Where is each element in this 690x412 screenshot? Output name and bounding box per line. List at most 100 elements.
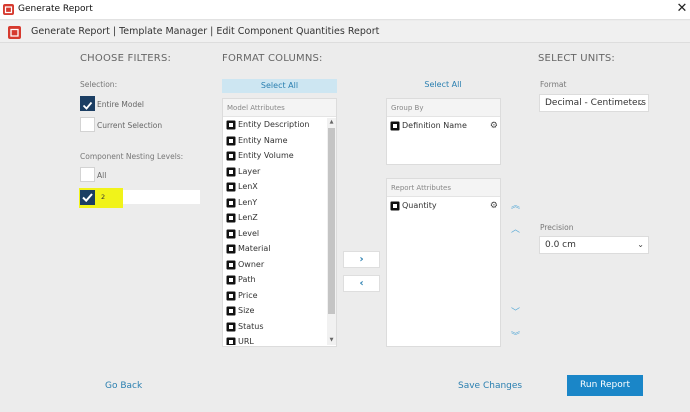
list-item-label: Size	[238, 306, 255, 315]
list-item[interactable]: Entity Description	[224, 118, 328, 132]
entire-model-checkbox[interactable]	[80, 96, 95, 111]
scroll-up-icon[interactable]: ▲	[327, 118, 336, 127]
list-item[interactable]: LenX	[224, 180, 328, 194]
component-icon	[226, 275, 236, 285]
chevron-down-icon: ⌄	[637, 240, 644, 249]
sketchup-logo-icon	[8, 26, 21, 39]
list-item[interactable]: Definition Name ⚙	[388, 119, 500, 133]
list-item-label: Level	[238, 228, 260, 238]
list-item-label: Entity Name	[238, 135, 288, 145]
move-down-button[interactable]: ﹀	[508, 306, 523, 320]
component-icon	[226, 291, 236, 300]
select-all-report-button[interactable]: Select All	[386, 80, 500, 89]
check-icon	[82, 101, 93, 110]
selection-label: Selection:	[80, 80, 118, 89]
list-item-label: LenZ	[238, 213, 258, 222]
component-icon	[226, 182, 236, 192]
close-icon[interactable]: ✕	[675, 1, 689, 17]
list-item-label: Status	[238, 321, 264, 331]
select-all-attributes-button[interactable]: Select All	[222, 79, 337, 93]
format-heading: FORMAT COLUMNS:	[222, 53, 323, 64]
list-item[interactable]: Entity Name	[224, 134, 328, 148]
list-item-label: Path	[238, 275, 256, 284]
model-attributes-list: Entity Description Entity Name Entity Volu…	[224, 118, 328, 345]
report-attributes-panel: Report Attributes Quantity ⚙	[386, 178, 501, 347]
gear-icon[interactable]: ⚙	[490, 199, 498, 213]
chevron-down-icon: ⌄	[637, 98, 644, 107]
list-item-label: Material	[238, 244, 271, 253]
list-item-label: Entity Description	[238, 120, 310, 129]
list-item[interactable]: Price	[224, 289, 328, 303]
model-attributes-panel: Model Attributes Entity Description Entit…	[222, 98, 337, 347]
go-back-link[interactable]: Go Back	[105, 381, 142, 391]
format-label: Format	[540, 80, 567, 89]
list-item-label: URL	[238, 337, 254, 345]
precision-label: Precision	[540, 223, 574, 232]
nesting-all-checkbox[interactable]	[80, 167, 95, 182]
group-by-label: Group By	[387, 99, 500, 117]
component-icon	[226, 213, 236, 223]
component-icon	[226, 136, 236, 145]
list-item-label: Owner	[238, 259, 265, 269]
component-icon	[390, 121, 400, 131]
move-to-top-button[interactable]: ︽	[508, 199, 523, 213]
list-item[interactable]: Entity Volume	[224, 149, 328, 163]
list-item-label: Layer	[238, 166, 261, 176]
move-right-button[interactable]: ›	[343, 251, 380, 268]
entire-model-label: Entire Model	[97, 100, 144, 109]
report-attributes-label: Report Attributes	[387, 179, 500, 197]
format-select[interactable]: Decimal - Centimeters ⌄	[539, 94, 649, 112]
list-item[interactable]: Material	[224, 242, 328, 256]
move-to-bottom-button[interactable]: ︾	[508, 330, 523, 344]
gear-icon[interactable]: ⚙	[490, 119, 498, 133]
component-icon	[226, 167, 236, 176]
breadcrumb[interactable]: Generate Report | Template Manager | Edi…	[31, 26, 379, 37]
component-icon	[226, 260, 236, 269]
list-item-label: Definition Name	[402, 121, 467, 130]
window-titlebar: Generate Report ✕	[0, 0, 690, 20]
run-report-button[interactable]: Run Report	[567, 375, 643, 396]
list-item[interactable]: Owner	[224, 258, 328, 272]
move-left-button[interactable]: ‹	[343, 275, 380, 292]
component-icon	[226, 120, 236, 130]
units-heading: SELECT UNITS:	[538, 53, 615, 64]
attributes-scrollbar[interactable]: ▲ ▼	[327, 118, 336, 345]
window-title: Generate Report	[18, 4, 93, 14]
list-item-label: Price	[238, 290, 258, 300]
list-item[interactable]: Size	[224, 304, 328, 318]
group-by-panel: Group By Definition Name ⚙	[386, 98, 501, 165]
list-item[interactable]: LenZ	[224, 211, 328, 225]
list-item[interactable]: URL	[224, 335, 328, 345]
sketchup-logo-icon	[3, 4, 14, 15]
list-item-label: Entity Volume	[238, 151, 294, 160]
list-item[interactable]: Status	[224, 320, 328, 334]
list-item[interactable]: Layer	[224, 165, 328, 179]
list-item[interactable]: Quantity ⚙	[388, 199, 500, 213]
component-icon	[226, 337, 236, 345]
precision-select-value: 0.0 cm	[545, 240, 576, 250]
list-item[interactable]: Level	[224, 227, 328, 241]
scroll-thumb[interactable]	[328, 128, 335, 314]
filters-heading: CHOOSE FILTERS:	[80, 53, 172, 64]
precision-select[interactable]: 0.0 cm ⌄	[539, 236, 649, 254]
list-item-label: Quantity	[402, 201, 437, 210]
check-icon	[82, 193, 93, 203]
list-item[interactable]: Path	[224, 273, 328, 287]
nesting-level-value: 2	[101, 193, 106, 201]
component-icon	[390, 201, 400, 211]
nav-bar: Generate Report | Template Manager | Edi…	[0, 21, 690, 43]
component-icon	[226, 306, 236, 316]
model-attributes-label: Model Attributes	[223, 99, 336, 117]
component-icon	[226, 151, 236, 161]
component-icon	[226, 229, 236, 238]
list-item-label: LenY	[238, 197, 258, 207]
save-changes-link[interactable]: Save Changes	[458, 381, 522, 391]
nesting-all-label: All	[97, 171, 107, 180]
component-icon	[226, 244, 236, 254]
component-icon	[226, 198, 236, 207]
nesting-level-checkbox[interactable]	[80, 190, 95, 205]
move-up-button[interactable]: ︿	[508, 223, 523, 237]
current-selection-checkbox[interactable]	[80, 117, 95, 132]
scroll-down-icon[interactable]: ▼	[327, 336, 336, 345]
list-item[interactable]: LenY	[224, 196, 328, 210]
